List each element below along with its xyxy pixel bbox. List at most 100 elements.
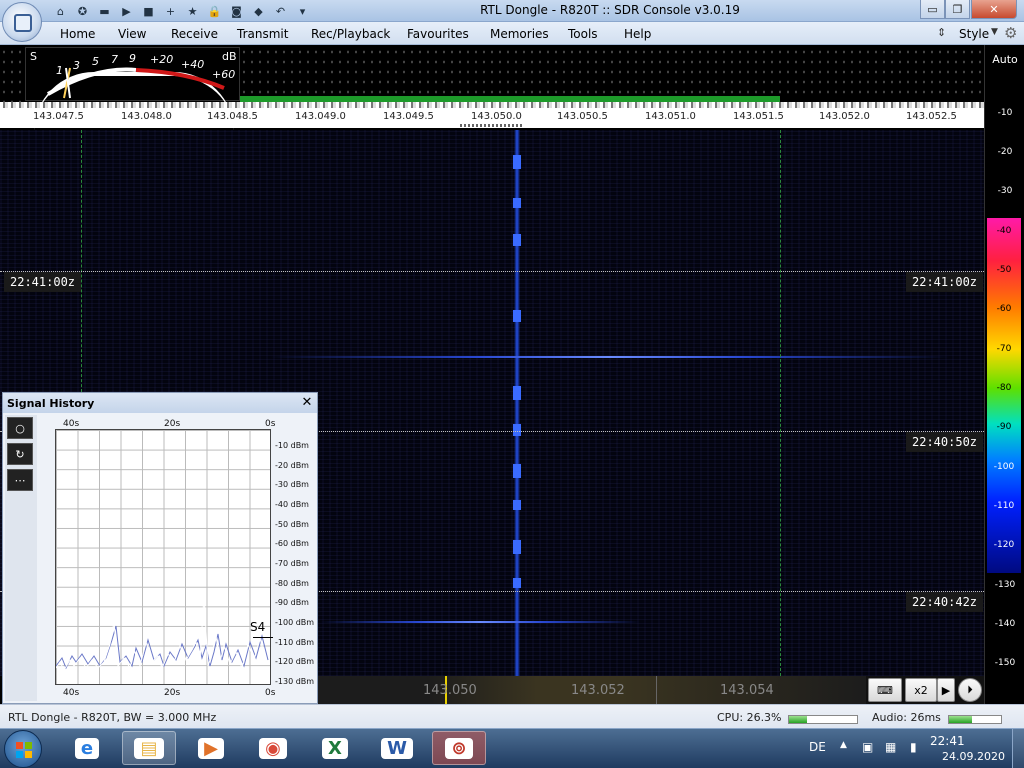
zoom-arrow-icon[interactable]: ▶ bbox=[937, 678, 955, 702]
menu-help[interactable]: Help bbox=[624, 27, 651, 41]
history-time-tick: 20s bbox=[164, 688, 181, 698]
close-button[interactable]: ✕ bbox=[971, 0, 1017, 19]
start-button[interactable] bbox=[4, 730, 42, 768]
history-db-tick: -90 dBm bbox=[275, 598, 309, 607]
lock-icon[interactable]: 🔒 bbox=[206, 3, 223, 19]
frequency-scale[interactable]: 143.047.5 143.048.0 143.048.5 143.049.0 … bbox=[0, 108, 984, 128]
db-tick: -130 bbox=[994, 580, 1016, 590]
spectrum-display-left bbox=[0, 47, 25, 102]
spectrum-display[interactable] bbox=[240, 47, 984, 97]
history-db-tick: -80 dBm bbox=[275, 579, 309, 588]
network-icon[interactable]: ▦ bbox=[885, 740, 896, 754]
add-icon[interactable]: + bbox=[162, 3, 179, 19]
gear-icon[interactable]: ⚙ bbox=[1004, 24, 1017, 42]
db-tick: -30 bbox=[997, 186, 1013, 196]
menu-bar: Home View Receive Transmit Rec/Playback … bbox=[0, 22, 1024, 45]
history-time-tick: 0s bbox=[265, 419, 276, 429]
signal-history-plot[interactable] bbox=[55, 429, 271, 685]
frequency-tuner-strip[interactable]: 143.050 143.052 143.054 bbox=[318, 676, 866, 704]
refresh-button[interactable]: ↻ bbox=[7, 443, 33, 465]
menu-view[interactable]: View bbox=[118, 27, 146, 41]
history-db-tick: -10 dBm bbox=[275, 441, 309, 450]
s-meter-label: 5 bbox=[92, 55, 99, 68]
language-indicator[interactable]: DE bbox=[809, 740, 826, 754]
signal-history-trace bbox=[55, 595, 269, 672]
db-tick: -20 bbox=[997, 147, 1013, 157]
action-center-icon[interactable]: ▣ bbox=[862, 740, 873, 754]
menu-receive[interactable]: Receive bbox=[171, 27, 218, 41]
menu-tools[interactable]: Tools bbox=[568, 27, 598, 41]
keyboard-button[interactable]: ⌨ bbox=[868, 678, 902, 702]
time-label-right: 22:41:00z bbox=[906, 272, 984, 292]
drop-icon[interactable]: ◆ bbox=[250, 3, 267, 19]
freq-label: 143.049.0 bbox=[295, 111, 346, 122]
cpu-meter bbox=[788, 715, 858, 724]
excel-icon[interactable]: X bbox=[308, 731, 362, 765]
signal-history-panel: Signal History ✕ ○ ↻ ⋯ 40s 20s 0s S4 -10… bbox=[2, 392, 318, 704]
word-icon[interactable]: W bbox=[370, 731, 424, 765]
carrier-blip bbox=[513, 386, 521, 400]
style-menu[interactable]: Style bbox=[959, 27, 989, 41]
lifebuoy-icon[interactable]: ✪ bbox=[74, 3, 91, 19]
freq-label: 143.050.0 bbox=[471, 111, 522, 122]
dropdown-icon[interactable]: ▾ bbox=[294, 3, 311, 19]
history-db-tick: -40 dBm bbox=[275, 500, 309, 509]
s-meter-label: 3 bbox=[73, 59, 80, 72]
menu-transmit[interactable]: Transmit bbox=[237, 27, 288, 41]
menu-rec-playback[interactable]: Rec/Playback bbox=[311, 27, 390, 41]
show-hidden-icons-button[interactable]: ▲ bbox=[840, 740, 847, 750]
reset-button[interactable]: ○ bbox=[7, 417, 33, 439]
bandwidth-marker-right[interactable] bbox=[780, 130, 781, 676]
home-icon[interactable]: ⌂ bbox=[52, 3, 69, 19]
style-arrows-icon: ⇕ bbox=[937, 26, 947, 39]
history-db-tick: -100 dBm bbox=[275, 618, 315, 627]
menu-home[interactable]: Home bbox=[60, 27, 95, 41]
show-desktop-button[interactable] bbox=[1012, 729, 1024, 768]
file-explorer-icon-glyph: ▤ bbox=[134, 737, 164, 759]
history-db-tick: -50 dBm bbox=[275, 520, 309, 529]
more-options-button[interactable]: ⋯ bbox=[7, 469, 33, 491]
history-db-tick: -110 dBm bbox=[275, 638, 315, 647]
freq-label: 143.048.0 bbox=[121, 111, 172, 122]
menu-memories[interactable]: Memories bbox=[490, 27, 549, 41]
s-level-label: S4 bbox=[250, 620, 266, 634]
chrome-icon[interactable]: ◉ bbox=[246, 731, 300, 765]
camera-icon[interactable]: ◙ bbox=[228, 3, 245, 19]
folder-icon[interactable]: ▬ bbox=[96, 3, 113, 19]
clock-time[interactable]: 22:41 bbox=[930, 734, 965, 748]
sdr-console-icon[interactable]: ⊚ bbox=[432, 731, 486, 765]
carrier-blip bbox=[513, 198, 521, 208]
auto-scale-button[interactable]: Auto bbox=[986, 50, 1024, 70]
internet-explorer-icon[interactable]: e bbox=[60, 731, 114, 765]
maximize-button[interactable]: ❐ bbox=[945, 0, 970, 19]
minimize-button[interactable]: ▭ bbox=[920, 0, 945, 19]
menu-favourites[interactable]: Favourites bbox=[407, 27, 469, 41]
volume-icon[interactable]: ▮ bbox=[910, 740, 917, 754]
stop-icon[interactable]: ■ bbox=[140, 3, 157, 19]
zoom-button[interactable]: x2 bbox=[905, 678, 937, 702]
undo-icon[interactable]: ↶ bbox=[272, 3, 289, 19]
carrier-blip bbox=[513, 500, 521, 510]
freq-label: 143.049.5 bbox=[383, 111, 434, 122]
play-button[interactable]: ⏵ bbox=[958, 678, 982, 702]
file-explorer-icon[interactable]: ▤ bbox=[122, 731, 176, 765]
device-status: RTL Dongle - R820T, BW = 3.000 MHz bbox=[8, 711, 217, 724]
splitter-handle[interactable] bbox=[460, 124, 524, 127]
history-db-axis: -10 dBm -20 dBm -30 dBm -40 dBm -50 dBm … bbox=[275, 441, 319, 691]
application-menu-button[interactable] bbox=[2, 2, 42, 42]
carrier-blip bbox=[513, 155, 521, 169]
s-meter-label: +40 bbox=[181, 58, 205, 71]
cpu-status: CPU: 26.3% bbox=[717, 711, 782, 724]
s-meter-label: 1 bbox=[56, 64, 63, 77]
style-dropdown-icon: ▼ bbox=[991, 27, 998, 37]
star-icon[interactable]: ★ bbox=[184, 3, 201, 19]
media-player-icon[interactable]: ▶ bbox=[184, 731, 238, 765]
signal-history-close-button[interactable]: ✕ bbox=[299, 395, 315, 411]
s-meter: S dB 1 3 5 7 9 +20 +40 +60 bbox=[25, 47, 240, 101]
windows-logo-icon bbox=[16, 742, 32, 758]
s-meter-db-label: dB bbox=[222, 50, 237, 63]
clock-date[interactable]: 24.09.2020 bbox=[942, 750, 1005, 763]
wideband-burst bbox=[320, 621, 640, 623]
play-icon[interactable]: ▶ bbox=[118, 3, 135, 19]
history-db-tick: -60 dBm bbox=[275, 539, 309, 548]
